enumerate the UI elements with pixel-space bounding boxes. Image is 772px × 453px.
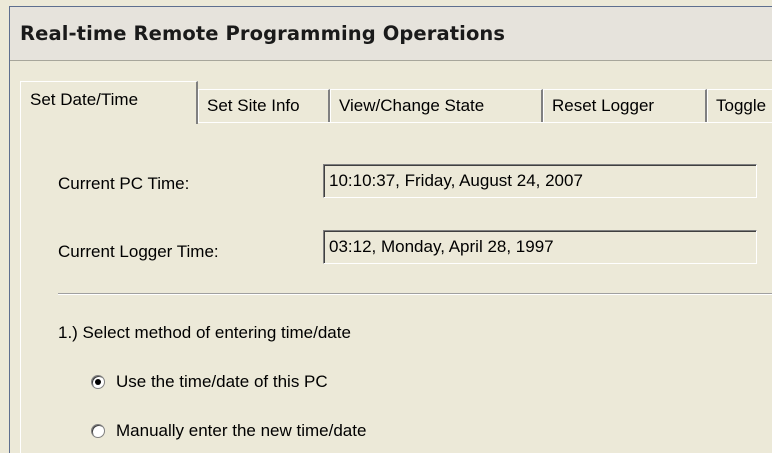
logger-time-label: Current Logger Time: xyxy=(58,242,219,261)
tab-view-change-state[interactable]: View/Change State xyxy=(330,89,543,122)
section-divider xyxy=(58,293,772,295)
radio-checked-icon[interactable] xyxy=(91,375,105,389)
tab-set-date-time[interactable]: Set Date/Time xyxy=(20,81,198,124)
radio-unchecked-icon[interactable] xyxy=(91,424,105,438)
radio-use-pc-time[interactable]: Use the time/date of this PC xyxy=(91,370,328,394)
tab-toggle[interactable]: Toggle xyxy=(707,89,772,122)
tab-reset-logger[interactable]: Reset Logger xyxy=(543,89,707,122)
tab-set-site-info[interactable]: Set Site Info xyxy=(198,89,330,122)
logger-time-field: 03:12, Monday, April 28, 1997 xyxy=(323,230,757,264)
radio-use-pc-time-label[interactable]: Use the time/date of this PC xyxy=(116,372,328,392)
radio-manual-entry-label[interactable]: Manually enter the new time/date xyxy=(116,421,366,441)
tab-strip: Set Date/Time Set Site Info View/Change … xyxy=(20,81,772,124)
title-bar: Real-time Remote Programming Operations xyxy=(10,7,772,61)
pc-time-label: Current PC Time: xyxy=(58,174,190,193)
radio-manual-entry[interactable]: Manually enter the new time/date xyxy=(91,419,366,443)
window-title: Real-time Remote Programming Operations xyxy=(20,22,506,45)
pc-time-field: 10:10:37, Friday, August 24, 2007 xyxy=(323,164,757,198)
programming-dialog: Real-time Remote Programming Operations … xyxy=(0,0,772,453)
method-heading: 1.) Select method of entering time/date xyxy=(58,323,351,342)
